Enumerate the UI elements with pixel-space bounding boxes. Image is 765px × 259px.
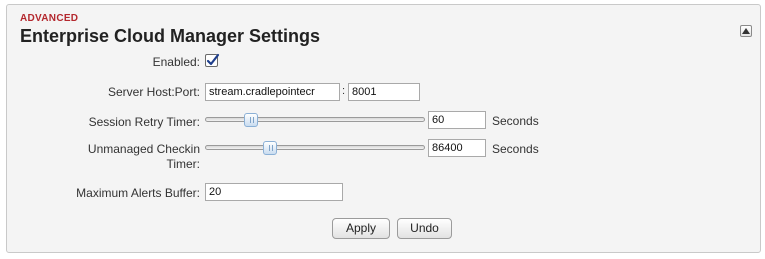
apply-button[interactable]: Apply: [332, 218, 390, 239]
collapse-button[interactable]: [740, 25, 752, 37]
max-alerts-label: Maximum Alerts Buffer:: [76, 186, 200, 200]
session-retry-slider-track[interactable]: [205, 117, 425, 122]
unmanaged-checkin-unit: Seconds: [492, 142, 539, 156]
server-host-port-label: Server Host:Port:: [107, 85, 200, 99]
unmanaged-checkin-label-line1: Unmanaged Checkin: [87, 142, 200, 156]
session-retry-input[interactable]: 60: [428, 111, 486, 129]
unmanaged-checkin-label-line2: Timer:: [166, 157, 200, 171]
section-label: ADVANCED: [20, 13, 79, 24]
session-retry-unit: Seconds: [492, 114, 539, 128]
host-port-separator: :: [342, 85, 346, 97]
unmanaged-checkin-slider-thumb[interactable]: [262, 141, 277, 155]
enabled-label: Enabled:: [152, 55, 200, 69]
page-title: Enterprise Cloud Manager Settings: [20, 26, 321, 46]
unmanaged-checkin-slider-track[interactable]: [205, 145, 425, 150]
max-alerts-input[interactable]: 20: [205, 183, 343, 201]
triangle-up-icon: [742, 28, 750, 34]
server-host-input[interactable]: stream.cradlepointecr: [205, 83, 340, 101]
session-retry-label: Session Retry Timer:: [88, 115, 200, 129]
undo-button[interactable]: Undo: [397, 218, 452, 239]
unmanaged-checkin-input[interactable]: 86400: [428, 139, 486, 157]
checkmark-icon: [206, 53, 220, 66]
enabled-checkbox[interactable]: [205, 53, 220, 67]
session-retry-slider-thumb[interactable]: [244, 113, 259, 127]
server-port-input[interactable]: 8001: [348, 83, 420, 101]
